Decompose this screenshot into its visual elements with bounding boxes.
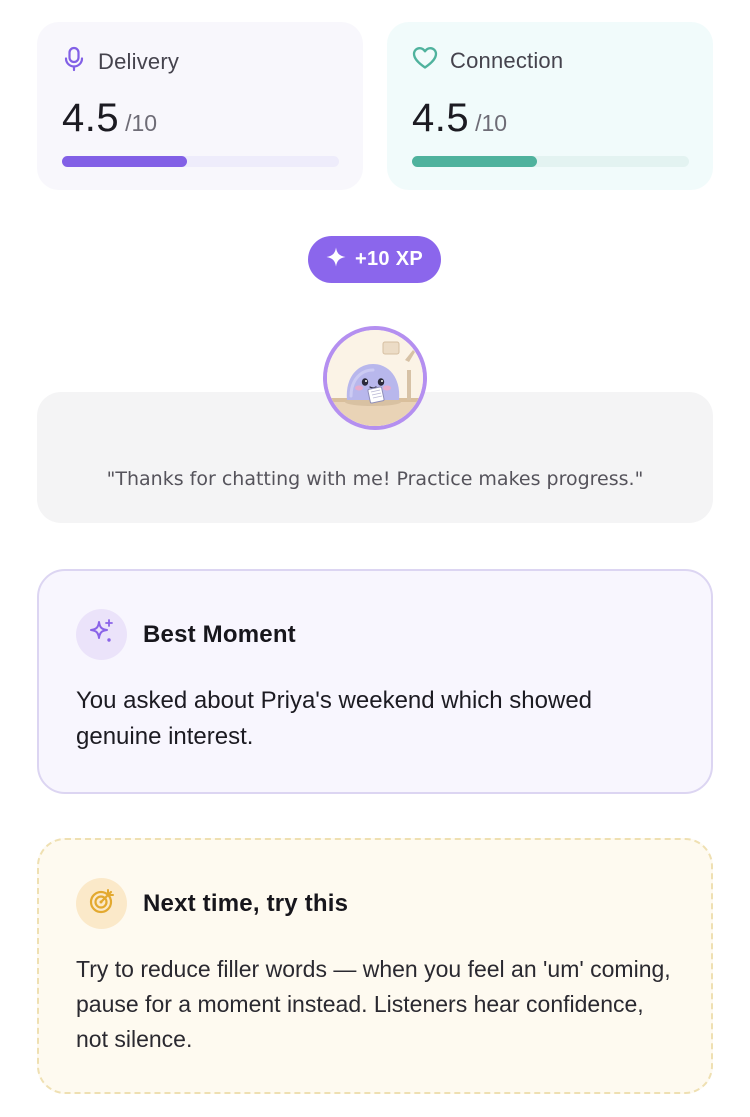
delivery-progress-fill — [62, 156, 187, 167]
best-moment-icon-badge — [76, 609, 127, 660]
best-moment-card: Best Moment You asked about Priya's week… — [37, 569, 713, 794]
connection-score-value: 4.5 /10 — [412, 96, 507, 141]
connection-progress-bar — [412, 156, 689, 167]
coach-avatar — [323, 326, 427, 430]
xp-label: +10 XP — [355, 248, 423, 270]
next-time-text: Try to reduce filler words — when you fe… — [76, 956, 671, 1052]
heart-icon — [412, 46, 438, 75]
connection-progress-fill — [412, 156, 537, 167]
delivery-score-number: 4.5 — [62, 96, 120, 140]
sparkle-icon — [326, 247, 346, 272]
connection-score-header: Connection — [412, 46, 563, 75]
delivery-score-header: Delivery — [62, 46, 179, 77]
delivery-score-card: Delivery 4.5 /10 — [37, 22, 363, 190]
next-time-header: Next time, try this — [76, 878, 348, 929]
delivery-progress-bar — [62, 156, 339, 167]
microphone-icon — [62, 46, 86, 77]
best-moment-title: Best Moment — [143, 620, 296, 648]
target-icon — [88, 887, 116, 920]
best-moment-header: Best Moment — [76, 609, 296, 660]
best-moment-text: You asked about Priya's weekend which sh… — [76, 687, 593, 750]
next-time-icon-badge — [76, 878, 127, 929]
xp-badge: +10 XP — [308, 236, 441, 283]
sparkles-icon — [88, 618, 116, 651]
delivery-label: Delivery — [98, 48, 180, 74]
connection-score-number: 4.5 — [412, 96, 470, 140]
next-time-title: Next time, try this — [143, 889, 349, 917]
connection-score-card: Connection 4.5 /10 — [387, 22, 713, 190]
coach-avatar-image — [327, 330, 423, 426]
next-time-card: Next time, try this Try to reduce filler… — [37, 838, 713, 1094]
coach-quote: "Thanks for chatting with me! Practice m… — [106, 468, 644, 490]
connection-label: Connection — [450, 47, 564, 73]
delivery-score-value: 4.5 /10 — [62, 96, 157, 141]
connection-score-max: /10 — [475, 110, 508, 136]
delivery-score-max: /10 — [125, 110, 158, 136]
